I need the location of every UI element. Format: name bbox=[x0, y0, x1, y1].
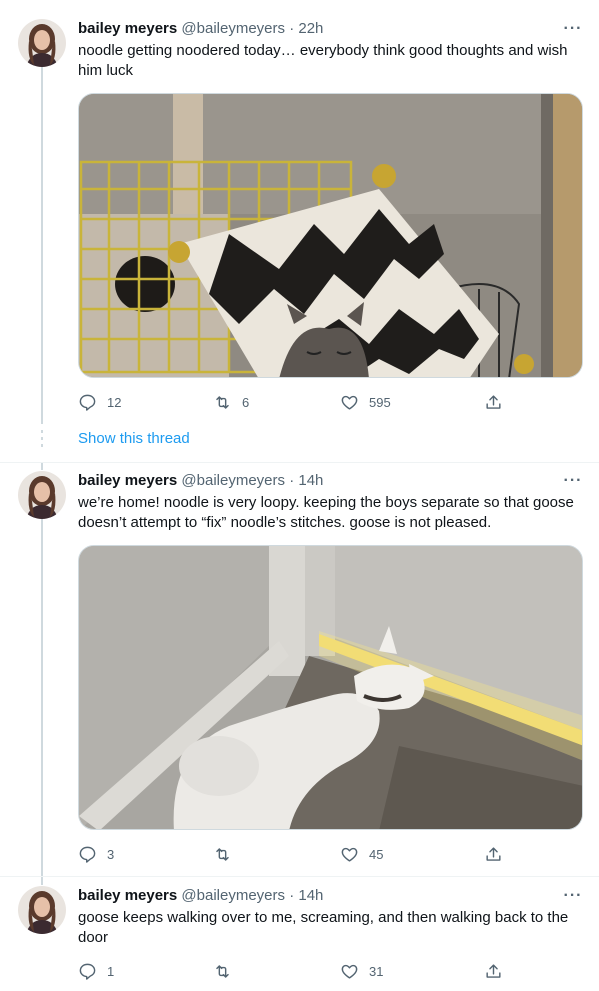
separator-dot: · bbox=[289, 20, 295, 37]
thread-gap-dot bbox=[41, 444, 43, 447]
share-icon bbox=[486, 963, 501, 978]
tweet-3[interactable]: bailey meyers @baileymeyers · 14h ··· go… bbox=[0, 876, 599, 991]
like-button[interactable]: 595 bbox=[340, 392, 391, 412]
display-name[interactable]: bailey meyers bbox=[78, 887, 177, 904]
tweet-photo[interactable] bbox=[78, 93, 583, 378]
retweet-count: 6 bbox=[242, 394, 250, 410]
tweet-actions: 12 6 595 bbox=[78, 392, 508, 412]
like-count: 45 bbox=[369, 846, 384, 862]
share-button[interactable] bbox=[484, 961, 503, 981]
tweet-actions: 3 45 bbox=[78, 844, 508, 864]
thread-line bbox=[41, 66, 43, 424]
tweet-text: goose keeps walking over to me, screamin… bbox=[78, 909, 569, 946]
reply-icon bbox=[79, 963, 96, 980]
tweet-photo[interactable] bbox=[78, 545, 583, 830]
like-button[interactable]: 45 bbox=[340, 844, 383, 864]
tweet-header: bailey meyers @baileymeyers · 14h bbox=[78, 886, 323, 905]
like-button[interactable]: 31 bbox=[340, 961, 383, 981]
timestamp[interactable]: 14h bbox=[298, 472, 323, 489]
separator-dot: · bbox=[289, 472, 295, 489]
tweet-text: noodle getting noodered today… everybody… bbox=[78, 42, 568, 79]
retweet-icon bbox=[216, 847, 229, 861]
user-handle[interactable]: @baileymeyers bbox=[181, 887, 285, 904]
heart-icon bbox=[341, 395, 358, 410]
thread-line bbox=[41, 877, 43, 885]
tweet-2[interactable]: bailey meyers @baileymeyers · 14h ··· we… bbox=[0, 462, 599, 877]
like-count: 31 bbox=[369, 963, 384, 979]
display-name[interactable]: bailey meyers bbox=[78, 472, 177, 489]
user-handle[interactable]: @baileymeyers bbox=[181, 20, 285, 37]
retweet-icon bbox=[216, 395, 229, 409]
show-thread-link[interactable]: Show this thread bbox=[78, 430, 190, 447]
user-handle[interactable]: @baileymeyers bbox=[181, 472, 285, 489]
avatar[interactable] bbox=[18, 886, 66, 934]
reply-count: 3 bbox=[107, 846, 115, 862]
thread-line bbox=[41, 519, 43, 877]
retweet-icon bbox=[216, 964, 229, 978]
tweet-1[interactable]: bailey meyers @baileymeyers · 22h ··· no… bbox=[0, 0, 599, 462]
retweet-button[interactable] bbox=[213, 844, 242, 864]
more-options-icon[interactable]: ··· bbox=[563, 471, 583, 491]
display-name[interactable]: bailey meyers bbox=[78, 20, 177, 37]
more-options-icon[interactable]: ··· bbox=[563, 19, 583, 39]
reply-button[interactable]: 1 bbox=[78, 961, 114, 981]
tweet-header: bailey meyers @baileymeyers · 14h bbox=[78, 471, 323, 490]
tweet-header: bailey meyers @baileymeyers · 22h bbox=[78, 19, 323, 38]
heart-icon bbox=[341, 847, 358, 862]
retweet-button[interactable]: 6 bbox=[213, 392, 249, 412]
timestamp[interactable]: 14h bbox=[298, 887, 323, 904]
share-button[interactable] bbox=[484, 844, 503, 864]
avatar[interactable] bbox=[18, 471, 66, 519]
tweet-actions: 1 31 bbox=[78, 961, 508, 981]
share-icon bbox=[486, 846, 501, 861]
thread-line bbox=[41, 463, 43, 470]
reply-count: 12 bbox=[107, 394, 122, 410]
share-button[interactable] bbox=[484, 392, 503, 412]
reply-icon bbox=[79, 846, 96, 863]
separator-dot: · bbox=[289, 887, 295, 904]
avatar[interactable] bbox=[18, 19, 66, 67]
tweet-text: we’re home! noodle is very loopy. keepin… bbox=[78, 494, 574, 531]
like-count: 595 bbox=[369, 394, 391, 410]
thread-gap-dot bbox=[41, 430, 43, 433]
share-icon bbox=[486, 394, 501, 409]
more-options-icon[interactable]: ··· bbox=[563, 886, 583, 906]
reply-button[interactable]: 3 bbox=[78, 844, 114, 864]
thread-gap-dot bbox=[41, 437, 43, 440]
retweet-button[interactable] bbox=[213, 961, 242, 981]
heart-icon bbox=[341, 964, 358, 979]
reply-count: 1 bbox=[107, 963, 115, 979]
reply-icon bbox=[79, 394, 96, 411]
timestamp[interactable]: 22h bbox=[298, 20, 323, 37]
reply-button[interactable]: 12 bbox=[78, 392, 121, 412]
